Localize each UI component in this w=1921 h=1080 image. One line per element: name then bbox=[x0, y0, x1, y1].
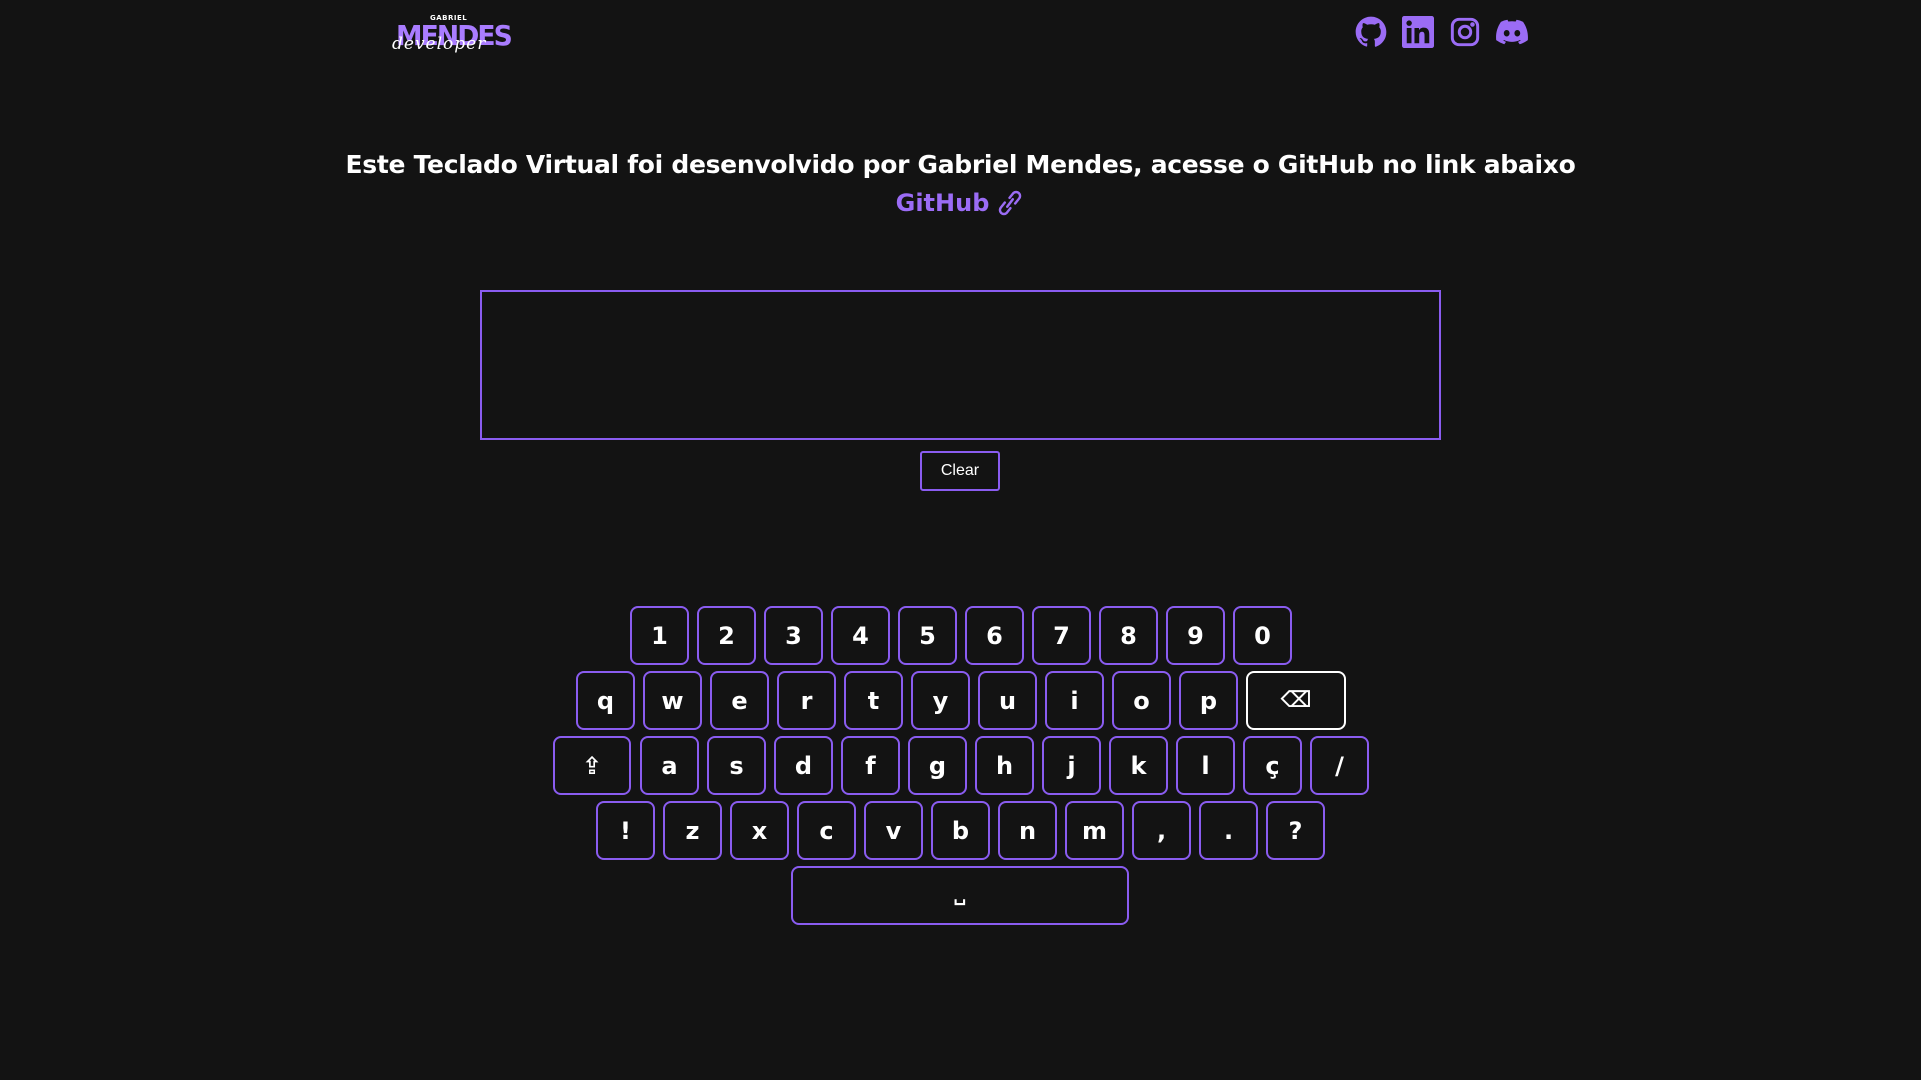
key-p[interactable]: p bbox=[1179, 671, 1238, 730]
key-c-cedilla[interactable]: ç bbox=[1243, 736, 1302, 795]
social-links bbox=[1353, 14, 1529, 49]
key-0[interactable]: 0 bbox=[1233, 606, 1292, 665]
key-o[interactable]: o bbox=[1112, 671, 1171, 730]
key-m[interactable]: m bbox=[1065, 801, 1124, 860]
discord-icon[interactable] bbox=[1494, 14, 1529, 49]
key-r[interactable]: r bbox=[777, 671, 836, 730]
logo[interactable]: GABRIEL MENDES developer bbox=[392, 14, 513, 54]
key-v[interactable]: v bbox=[864, 801, 923, 860]
linkedin-icon[interactable] bbox=[1400, 14, 1435, 49]
github-link-label: GitHub bbox=[895, 189, 990, 217]
backspace-key[interactable]: ⌫ bbox=[1246, 671, 1346, 730]
key-n[interactable]: n bbox=[998, 801, 1057, 860]
key-z[interactable]: z bbox=[663, 801, 722, 860]
key-s[interactable]: s bbox=[707, 736, 766, 795]
key-u[interactable]: u bbox=[978, 671, 1037, 730]
key-4[interactable]: 4 bbox=[831, 606, 890, 665]
key-2[interactable]: 2 bbox=[697, 606, 756, 665]
intro-text: Este Teclado Virtual foi desenvolvido po… bbox=[345, 150, 1576, 179]
key-f[interactable]: f bbox=[841, 736, 900, 795]
key-l[interactable]: l bbox=[1176, 736, 1235, 795]
key-comma[interactable]: , bbox=[1132, 801, 1191, 860]
key-d[interactable]: d bbox=[774, 736, 833, 795]
link-icon bbox=[999, 190, 1022, 216]
key-8[interactable]: 8 bbox=[1099, 606, 1158, 665]
key-t[interactable]: t bbox=[844, 671, 903, 730]
key-a[interactable]: a bbox=[640, 736, 699, 795]
key-1[interactable]: 1 bbox=[630, 606, 689, 665]
key-y[interactable]: y bbox=[911, 671, 970, 730]
intro: Este Teclado Virtual foi desenvolvido po… bbox=[0, 150, 1921, 217]
github-link[interactable]: GitHub bbox=[896, 189, 1026, 217]
space-key[interactable]: ␣ bbox=[791, 866, 1129, 925]
clear-button[interactable]: Clear bbox=[920, 451, 1000, 491]
key-exclamation[interactable]: ! bbox=[596, 801, 655, 860]
key-i[interactable]: i bbox=[1045, 671, 1104, 730]
key-x[interactable]: x bbox=[730, 801, 789, 860]
key-b[interactable]: b bbox=[931, 801, 990, 860]
key-j[interactable]: j bbox=[1042, 736, 1101, 795]
text-output-area[interactable] bbox=[480, 290, 1441, 440]
key-9[interactable]: 9 bbox=[1166, 606, 1225, 665]
key-h[interactable]: h bbox=[975, 736, 1034, 795]
key-w[interactable]: w bbox=[643, 671, 702, 730]
key-c[interactable]: c bbox=[797, 801, 856, 860]
key-k[interactable]: k bbox=[1109, 736, 1168, 795]
key-period[interactable]: . bbox=[1199, 801, 1258, 860]
logo-script-text: developer bbox=[392, 34, 487, 54]
key-slash[interactable]: / bbox=[1310, 736, 1369, 795]
github-icon[interactable] bbox=[1353, 14, 1388, 49]
instagram-icon[interactable] bbox=[1447, 14, 1482, 49]
shift-key[interactable]: ⇪ bbox=[553, 736, 631, 795]
key-q[interactable]: q bbox=[576, 671, 635, 730]
key-g[interactable]: g bbox=[908, 736, 967, 795]
key-question[interactable]: ? bbox=[1266, 801, 1325, 860]
key-6[interactable]: 6 bbox=[965, 606, 1024, 665]
key-5[interactable]: 5 bbox=[898, 606, 957, 665]
key-7[interactable]: 7 bbox=[1032, 606, 1091, 665]
key-3[interactable]: 3 bbox=[764, 606, 823, 665]
key-e[interactable]: e bbox=[710, 671, 769, 730]
header: GABRIEL MENDES developer bbox=[0, 0, 1921, 70]
